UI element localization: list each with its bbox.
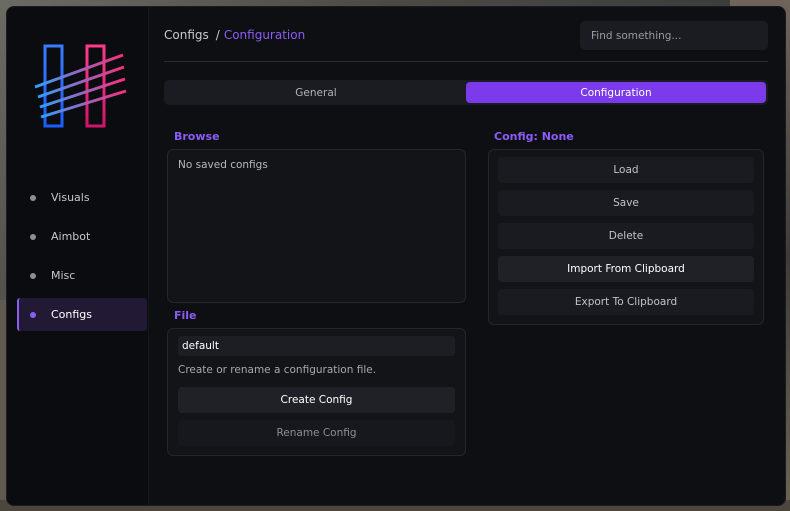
rename-config-button[interactable]: Rename Config	[178, 420, 455, 446]
bullet-icon	[30, 233, 36, 240]
config-name-field[interactable]	[178, 336, 455, 356]
app-window: Visuals Aimbot Misc Configs Configs / Conf…	[6, 6, 786, 506]
tab-bar: General Configuration	[164, 80, 768, 105]
browse-list[interactable]: No saved configs	[167, 149, 466, 303]
tab-general[interactable]: General	[166, 82, 466, 103]
load-button[interactable]: Load	[498, 157, 754, 183]
file-hint: Create or rename a configuration file.	[178, 364, 377, 376]
sidebar-item-label: Configs	[51, 308, 93, 321]
bullet-icon	[30, 272, 36, 279]
file-title: File	[174, 309, 197, 322]
sidebar-item-configs[interactable]: Configs	[17, 298, 147, 331]
bullet-icon	[30, 194, 36, 201]
bullet-icon	[30, 311, 36, 318]
breadcrumb-current: Configuration	[223, 28, 306, 42]
create-config-button[interactable]: Create Config	[178, 387, 455, 413]
config-actions-panel: Load Save Delete Import From Clipboard E…	[488, 149, 764, 325]
breadcrumb: Configs / Configuration	[164, 28, 305, 42]
sidebar-item-aimbot[interactable]: Aimbot	[17, 220, 147, 253]
header-divider	[164, 61, 768, 62]
sidebar-item-visuals[interactable]: Visuals	[17, 181, 147, 214]
breadcrumb-root[interactable]: Configs	[164, 28, 209, 42]
empty-state-text: No saved configs	[178, 159, 268, 171]
sidebar-nav: Visuals Aimbot Misc Configs	[17, 181, 147, 337]
export-to-clipboard-button[interactable]: Export To Clipboard	[498, 289, 754, 315]
tab-configuration[interactable]: Configuration	[466, 82, 766, 103]
import-from-clipboard-button[interactable]: Import From Clipboard	[498, 256, 754, 282]
search-input[interactable]	[580, 21, 768, 50]
delete-button[interactable]: Delete	[498, 223, 754, 249]
sidebar-item-label: Misc	[51, 269, 76, 282]
browse-title: Browse	[174, 130, 220, 143]
breadcrumb-separator: /	[215, 28, 220, 42]
app-logo	[34, 44, 127, 128]
sidebar-item-label: Aimbot	[51, 230, 91, 243]
sidebar-item-label: Visuals	[51, 191, 90, 204]
file-panel: Create or rename a configuration file. C…	[167, 328, 466, 456]
config-title: Config: None	[494, 130, 574, 143]
save-button[interactable]: Save	[498, 190, 754, 216]
sidebar-item-misc[interactable]: Misc	[17, 259, 147, 292]
main-content: Configs/Configuration General Configurat…	[149, 7, 785, 505]
sidebar: Visuals Aimbot Misc Configs	[7, 7, 149, 505]
